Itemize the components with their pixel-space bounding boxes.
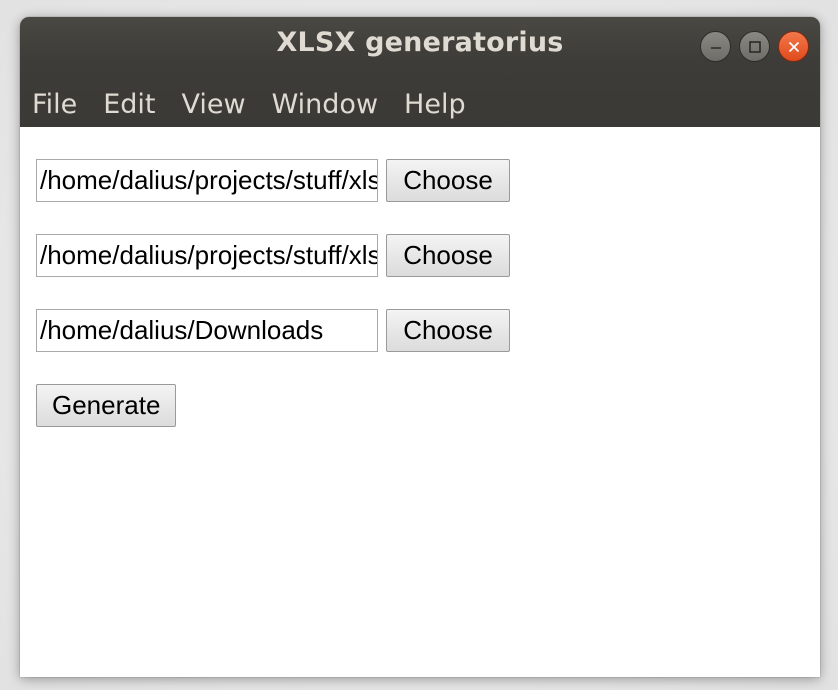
menu-edit[interactable]: Edit — [103, 89, 155, 120]
window-controls — [700, 31, 809, 62]
maximize-button[interactable] — [739, 31, 770, 62]
menu-file[interactable]: File — [32, 89, 77, 120]
maximize-icon — [748, 40, 761, 53]
minimize-icon — [710, 46, 721, 49]
close-button[interactable] — [778, 31, 809, 62]
app-window: XLSX generatorius File Edit View Window … — [20, 17, 820, 677]
input-file-row-1: /home/dalius/projects/stuff/xlsx Choose — [36, 159, 510, 202]
generate-button[interactable]: Generate — [36, 384, 177, 427]
path-field-2[interactable]: /home/dalius/projects/stuff/xlsx — [36, 234, 378, 277]
menu-window[interactable]: Window — [272, 89, 378, 120]
input-file-row-2: /home/dalius/projects/stuff/xlsx Choose — [36, 234, 510, 277]
output-dir-row: /home/dalius/Downloads Choose — [36, 309, 510, 352]
path-field-1[interactable]: /home/dalius/projects/stuff/xlsx — [36, 159, 378, 202]
generate-row: Generate — [36, 384, 177, 427]
menu-help[interactable]: Help — [404, 89, 466, 120]
close-icon — [788, 41, 799, 52]
menu-view[interactable]: View — [181, 89, 245, 120]
main-content: /home/dalius/projects/stuff/xlsx Choose … — [20, 127, 820, 677]
choose-button-2[interactable]: Choose — [386, 234, 510, 277]
title-bar[interactable]: XLSX generatorius File Edit View Window … — [20, 17, 820, 127]
choose-button-1[interactable]: Choose — [386, 159, 510, 202]
minimize-button[interactable] — [700, 31, 731, 62]
menu-bar: File Edit View Window Help — [20, 85, 492, 123]
path-field-3[interactable]: /home/dalius/Downloads — [36, 309, 378, 352]
choose-button-3[interactable]: Choose — [386, 309, 510, 352]
